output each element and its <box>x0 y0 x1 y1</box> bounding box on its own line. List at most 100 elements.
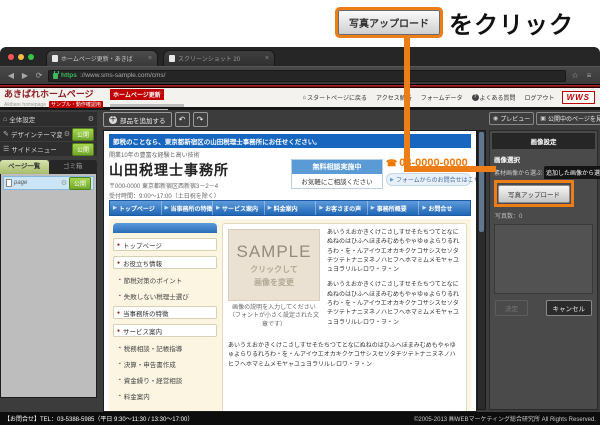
consult-header: 無料相談実施中 <box>292 160 382 174</box>
panel-actions: 決定 キャンセル <box>495 300 592 316</box>
bullet-icon: ▪ <box>119 393 121 399</box>
sidebar-tabs: ページ一覧 ゴミ箱 <box>0 160 97 174</box>
side-menu-item[interactable]: ●トップページ <box>113 238 217 251</box>
site-nav-item[interactable]: ▶サービス案内 <box>213 201 265 215</box>
bullet-icon: ▪ <box>119 345 121 351</box>
window-minimize-button[interactable] <box>18 54 24 60</box>
window-zoom-button[interactable] <box>28 54 34 60</box>
site-body: ●トップページ ●お役立ち情報 ▪節税対策のポイント ▪失敗しない税理士選び ●… <box>109 219 471 412</box>
browser-tab-screenshot[interactable]: スクリーンショット 20 × <box>163 50 275 66</box>
tab-close-icon[interactable]: × <box>148 55 152 62</box>
side-menu-item[interactable]: ●サービス案内 <box>113 324 217 337</box>
cancel-button[interactable]: キャンセル <box>546 300 593 316</box>
nav-start-page[interactable]: ⌂スタートページに戻る <box>302 93 367 102</box>
undo-button[interactable]: ↶ <box>175 112 190 127</box>
site-nav-item[interactable]: ▶事務所概要 <box>368 201 420 215</box>
body-paragraph: あいうえおかきくけこさしすせそたちつてとなにぬねのはひふへほまみむめもやゃゆゅよ… <box>327 229 461 275</box>
side-menu-subitem[interactable]: ▪資金繰り・経営相談 <box>113 374 217 385</box>
gear-icon[interactable]: ⚙ <box>88 115 94 123</box>
logo-title: あきばれホームページ <box>4 87 106 100</box>
upload-button-highlight: 写真アップロード <box>494 180 574 207</box>
preview-button[interactable]: ◉ プレビュー <box>489 112 534 125</box>
logo-subtitle: Akibare homepage <box>4 102 46 108</box>
side-menu-subitem[interactable]: ▪節税対策のポイント <box>113 274 217 285</box>
site-hours: 受付時間：9:00～17:00（土日祝を除く） <box>109 191 471 200</box>
side-menu-item[interactable]: ●当事務所の特徴 <box>113 306 217 319</box>
site-nav-item[interactable]: ▶トップページ <box>110 201 162 215</box>
sidebar-item-label: サイドメニュー <box>11 144 70 154</box>
panel-section-label: 画像選択 <box>490 151 597 166</box>
reload-button[interactable]: ⟳ <box>34 71 44 81</box>
publish-button[interactable]: 公開 <box>72 143 94 156</box>
page-list: page ⚙ 公開 <box>0 174 97 398</box>
menu-label: 資金繰り・経営相談 <box>124 375 183 385</box>
photo-upload-button[interactable]: 写真アップロード <box>498 185 570 203</box>
tab-close-icon[interactable]: × <box>265 55 269 62</box>
address-bar[interactable]: https ://www.sms-sample.com/cms/ <box>48 70 566 82</box>
gear-icon[interactable]: ⚙ <box>64 130 70 138</box>
nav-faq[interactable]: ?よくある質問 <box>472 93 516 102</box>
side-menu-subitem[interactable]: ▪決算・申告書作成 <box>113 358 217 369</box>
menu-label: 税務相談・記帳指導 <box>124 343 183 353</box>
side-menu-subitem[interactable]: ▪失敗しない税理士選び <box>113 290 217 301</box>
tab-added-images[interactable]: 追加した画像から選ぶ <box>544 166 600 179</box>
gear-icon[interactable]: ⚙ <box>61 179 67 187</box>
window-close-button[interactable] <box>8 54 14 60</box>
site-nav-label: お客さまの声 <box>325 204 361 213</box>
nav-logout[interactable]: ログアウト <box>525 93 555 102</box>
add-part-button[interactable]: ＋ 部品を追加する <box>103 112 172 127</box>
consult-box: 無料相談実施中 お気軽にご相談ください <box>291 159 383 189</box>
confirm-button[interactable]: 決定 <box>495 300 528 316</box>
site-preview: 節税のことなら、東京都新宿区の山田税理士事務所にお任せください。 開業10年の豊… <box>103 130 477 412</box>
publish-button[interactable]: 公開 <box>72 128 94 141</box>
tab-trash[interactable]: ゴミ箱 <box>49 160 98 174</box>
browser-tab-cms[interactable]: ホームページ更新・あきば × <box>46 50 158 66</box>
menu-label: 節税対策のポイント <box>124 275 183 285</box>
preview-buttons: ◉ プレビュー ▣ 公開中のページを見る <box>489 112 598 125</box>
tab-stock-images[interactable]: 素材画像から選ぶ <box>492 166 544 179</box>
scrollbar-thumb[interactable] <box>479 132 484 232</box>
preview-scrollbar[interactable] <box>477 130 486 410</box>
menu-label: 当事務所の特徴 <box>123 308 169 318</box>
redo-button[interactable]: ↷ <box>193 112 208 127</box>
sidebar-item-side-menu[interactable]: ☰ サイドメニュー 公開 <box>0 142 97 156</box>
app-header: あきばれホームページ Akibare homepage サンプル・動作確認用 ホ… <box>0 88 600 110</box>
triangle-icon: ▶ <box>422 205 426 211</box>
page-list-item[interactable]: page ⚙ 公開 <box>3 176 94 190</box>
contact-form-link[interactable]: ▶ フォームからのお問合せはこちら <box>386 173 471 186</box>
bookmark-star-icon[interactable]: ☆ <box>570 71 580 81</box>
sample-watermark: SAMPLE <box>237 242 312 262</box>
browser-toolbar: ◀ ▶ ⟳ https ://www.sms-sample.com/cms/ ☆… <box>0 66 600 84</box>
triangle-icon: ▶ <box>371 205 375 211</box>
site-nav-item[interactable]: ▶お問合せ <box>419 201 470 215</box>
site-nav-label: 料金案内 <box>274 204 298 213</box>
sample-image-placeholder[interactable]: SAMPLE クリックして 画像を変更 <box>228 229 320 301</box>
nav-form-data[interactable]: フォームデータ <box>421 93 463 102</box>
sidebar-item-global-settings[interactable]: ⌂ 全体設定 ⚙ <box>0 112 97 126</box>
browser-menu-icon[interactable]: ≡ <box>584 71 594 81</box>
sidebar-item-design-theme[interactable]: ✎ デザインテーマ変更 ⚙ 公開 <box>0 127 97 141</box>
back-button[interactable]: ◀ <box>6 71 16 81</box>
akibare-logo[interactable]: あきばれホームページ Akibare homepage サンプル・動作確認用 <box>0 87 106 108</box>
wws-brand-logo: WWS <box>562 91 595 104</box>
site-nav-item[interactable]: ▶当事務所の特徴 <box>162 201 214 215</box>
image-caption: 画像の説明を入力してください（フォントが小さく設定された文章です） <box>228 304 320 329</box>
photo-count: 写真数：0 <box>490 209 597 222</box>
publish-button[interactable]: 公開 <box>69 177 91 190</box>
site-nav-item[interactable]: ▶お客さまの声 <box>316 201 368 215</box>
menu-label: 決算・申告書作成 <box>124 359 176 369</box>
tab-page-list[interactable]: ページ一覧 <box>0 160 49 174</box>
site-nav-item[interactable]: ▶料金案内 <box>265 201 317 215</box>
side-menu-subitem[interactable]: ▪税務相談・記帳指導 <box>113 342 217 353</box>
browser-window: ホームページ更新・あきば × スクリーンショット 20 × ◀ ▶ ⟳ http… <box>0 47 600 84</box>
sample-badge: サンプル・動作確認用 <box>49 101 103 108</box>
phone-icon: ☎ <box>386 158 397 169</box>
view-published-button[interactable]: ▣ 公開中のページを見る <box>536 112 600 125</box>
side-menu-subitem[interactable]: ▪料金案内 <box>113 390 217 401</box>
side-menu-item[interactable]: ●お役立ち情報 <box>113 256 217 269</box>
sitemap-icon: ☰ <box>3 145 9 153</box>
forward-button[interactable]: ▶ <box>20 71 30 81</box>
triangle-icon: ▶ <box>390 177 394 183</box>
image-settings-panel: 画像設定 画像選択 素材画像から選ぶ 追加した画像から選ぶ 写真アップロード 写… <box>489 130 598 410</box>
bullet-icon: ● <box>117 328 120 334</box>
